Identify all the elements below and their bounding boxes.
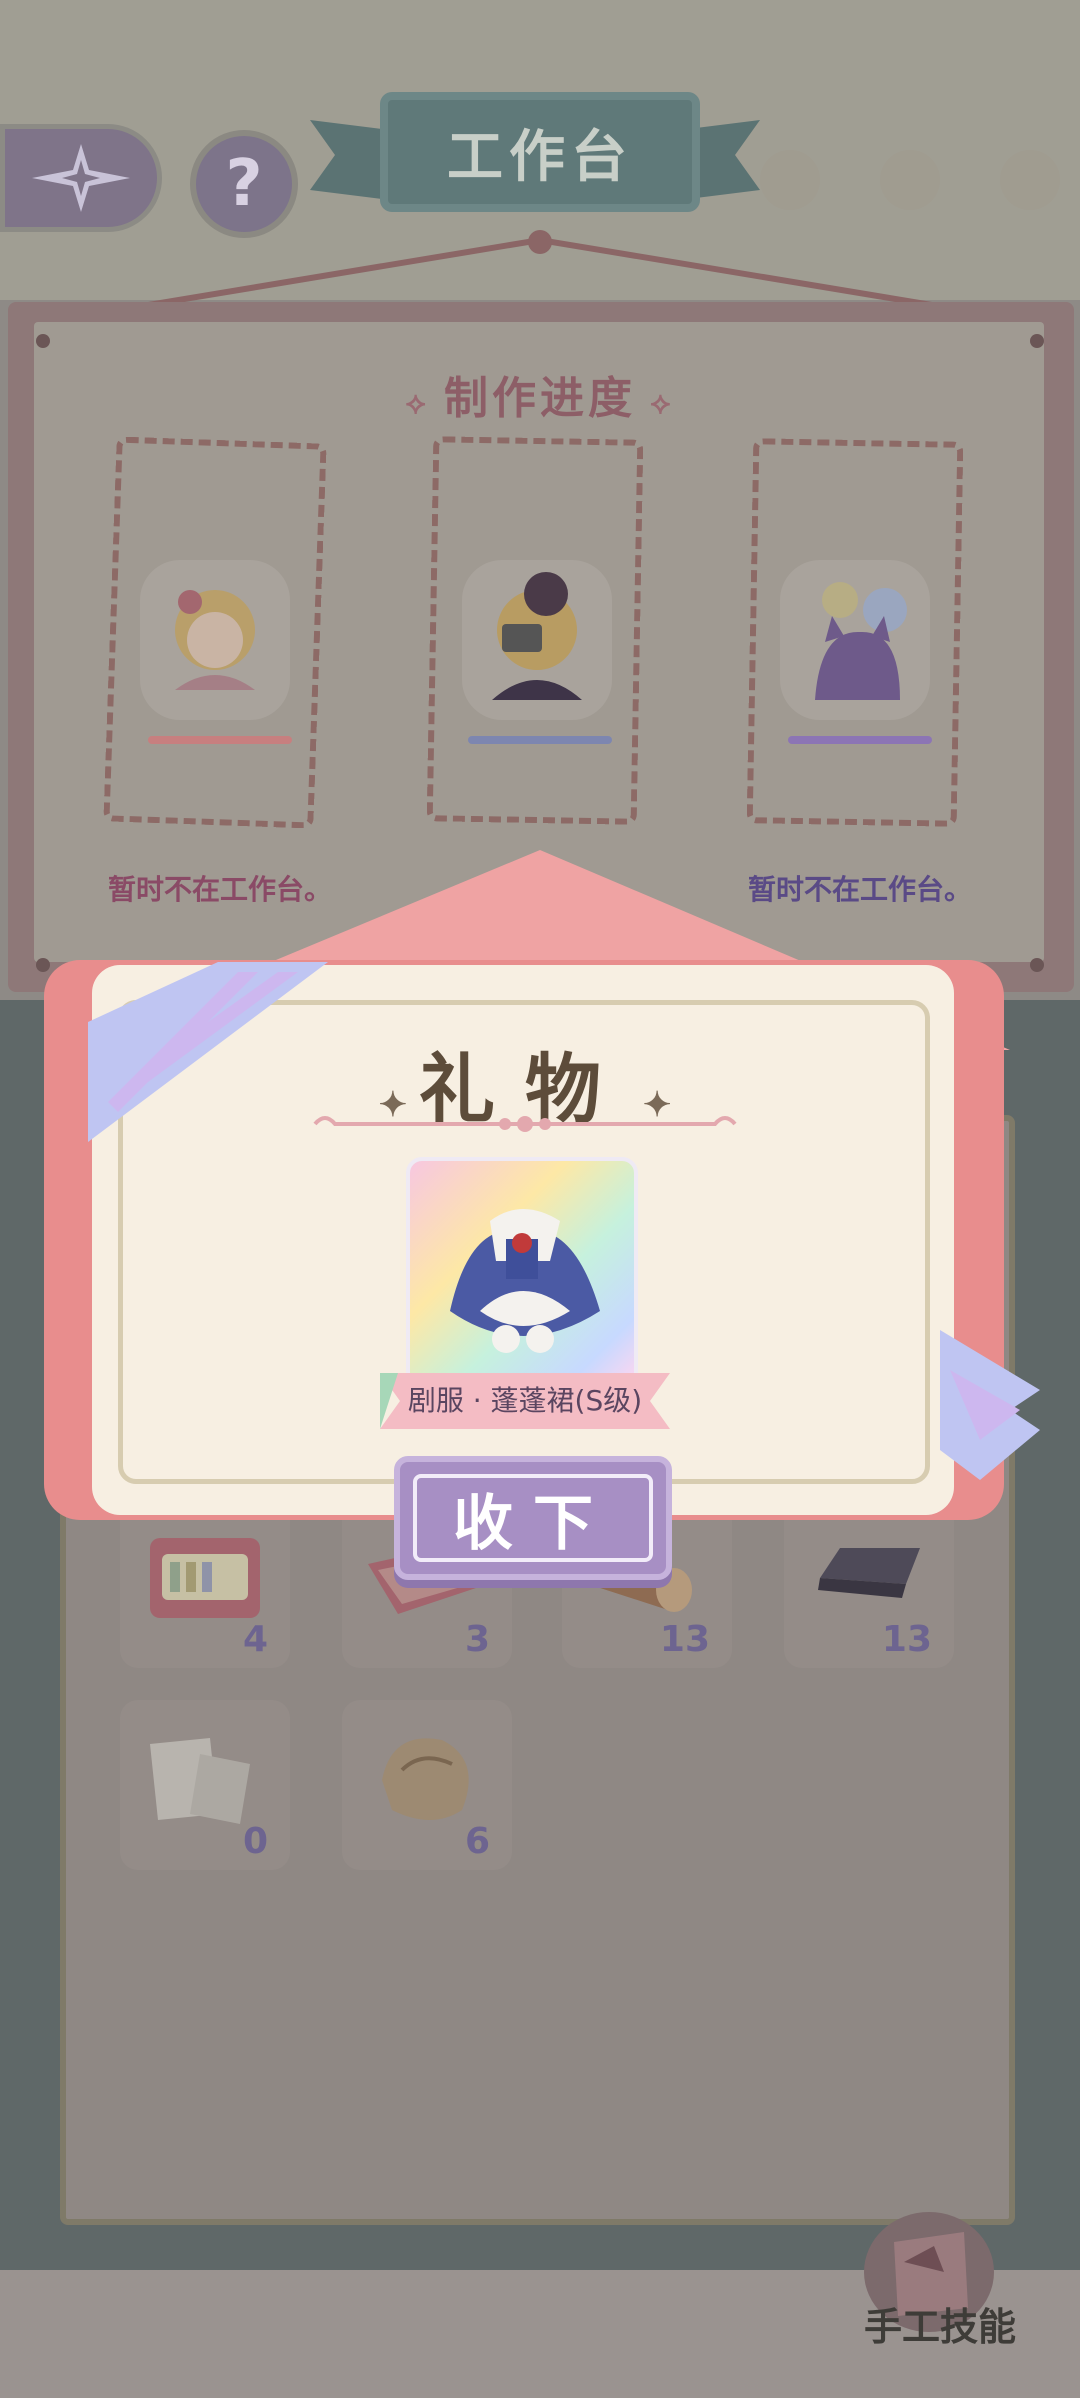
progress-title: ⟡ 制作进度 ⟡ [405,373,675,424]
board-pin [36,334,50,348]
item-count: 13 [881,1619,932,1660]
accept-button[interactable]: 收下 [394,1456,672,1580]
slot-progress-bar [788,736,932,744]
item-count: 13 [659,1619,710,1660]
reward-item-name: 剧服 · 蓬蓬裙(S级) [407,1384,643,1417]
item-count: 0 [242,1821,268,1862]
slot-progress-bar [468,736,612,744]
paper-sheets-icon [150,1738,250,1824]
title-ornament [313,1116,737,1132]
question-icon: ? [225,147,263,221]
help-button[interactable]: ? [190,130,298,238]
metal-ingot-icon [818,1548,920,1598]
accept-button-label: 收下 [413,1474,653,1562]
puffy-dress-icon [450,1209,600,1353]
sewing-kit-icon [150,1538,260,1618]
board-pin [1030,958,1044,972]
inventory-item-1[interactable]: 4 [120,1498,290,1668]
back-button[interactable] [0,124,162,232]
inventory-item-5[interactable]: 0 [120,1700,290,1870]
fur-pelt-icon [382,1738,469,1820]
page-title: 工作台 [380,92,700,212]
decor-dot [1000,150,1060,210]
item-count: 6 [464,1821,490,1862]
inventory-item-6[interactable]: 6 [342,1700,512,1870]
board-pin [1030,334,1044,348]
craft-skill-button[interactable]: 手工技能 [840,2296,1040,2351]
item-count: 3 [464,1619,490,1660]
sparkle-star-icon [32,144,130,212]
inventory-item-4[interactable]: 13 [784,1498,954,1668]
item-count: 4 [242,1619,268,1660]
purple-cat-with-balloons-icon [780,560,930,720]
blonde-girl-with-bow-icon [140,560,290,720]
girl-with-camera-icon [462,560,612,720]
slot-progress-bar [148,736,292,744]
ribbon-right [940,1330,1040,1480]
reward-item-frame[interactable] [406,1157,638,1389]
decor-dot [760,150,820,210]
board-pin [36,958,50,972]
decor-dot [880,150,940,210]
